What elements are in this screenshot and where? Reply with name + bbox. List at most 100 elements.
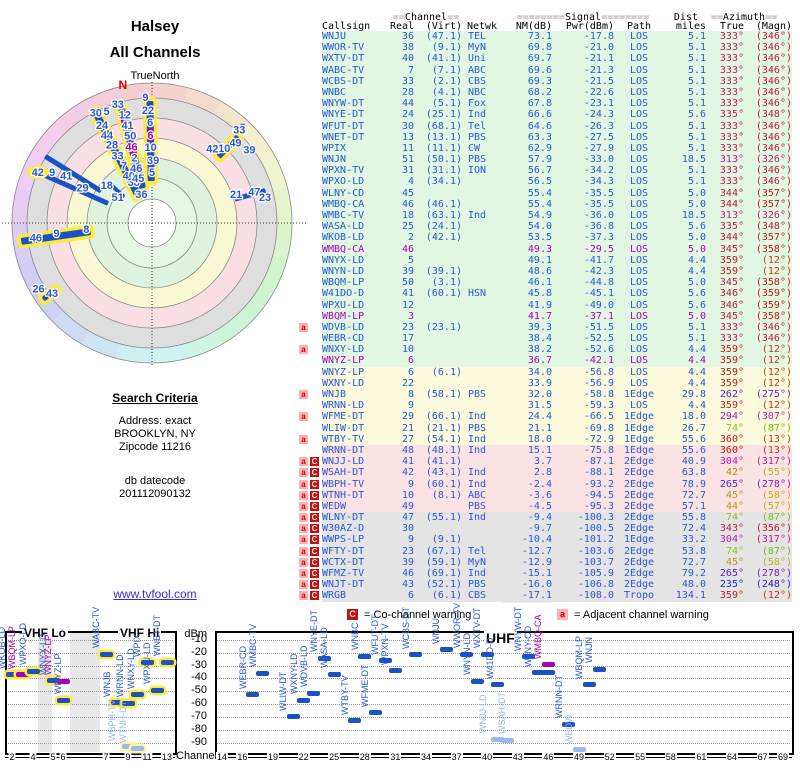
channel-tick: 61 [695,752,708,762]
table-cell: 38.4 [527,333,552,345]
table-cell: 265° [719,478,744,490]
table-row: WXTV-DT 40 (41.1) Uni 69.7 -21.1 LOS 5.1 333° (34… [0,53,800,65]
channel-tick: 64 [725,752,739,762]
table-cell: -93.2 [583,478,614,490]
channel-tick: 13 [160,752,174,762]
table-cell: WBQM-LP [322,277,365,289]
table-cell: LOS [629,142,649,154]
table-cell: 333° [719,176,744,188]
table-cell: WPXU-LD [322,299,365,311]
dbm-tick: -40 [191,671,207,684]
station-label: WNYW-DT [513,606,523,651]
table-cell: 7 [407,64,414,76]
table-cell: 56.5 [527,176,552,188]
table-cell: WNJJ-LD [322,456,365,468]
table-cell: 265° [719,568,744,579]
table-cell: 54.0 [527,221,552,233]
table-cell: 36 [401,31,414,42]
table-cell: (55.1) [425,512,462,524]
table-cell: 69.7 [527,53,552,65]
table-cell: WRNN-LD [322,400,365,412]
table-row: WBQM-LP 3 41.7 -37.1 LOS 5.0 345° (358°) [0,310,800,322]
table-cell: WNYZ-LP [322,355,365,367]
table-cell: -9.4 [527,512,552,524]
channel-axis-label: Channel [176,750,217,762]
table-cell: (58°) [761,489,792,501]
table-cell: WSAH-DT [322,467,365,479]
co-channel-warning-icon: C [310,569,319,578]
station-label: WNJJ-LD [478,694,489,734]
table-cell: 45.8 [527,288,552,300]
table-cell: 4 [407,176,414,188]
table-cell: -23.1 [583,98,614,110]
table-cell: WNJB [322,389,347,400]
adjacent-warning-icon: a [299,524,308,534]
table-cell: 66.6 [527,109,552,121]
table-cell: 74° [725,512,744,524]
table-cell: WLNY-DT [322,512,365,524]
table-cell: WNJU [322,31,347,42]
table-cell: -72.9 [583,433,614,445]
station-signal-bar [327,671,341,677]
table-cell: 39 [401,556,414,568]
table-cell: (34.1) [425,176,462,188]
table-cell: (13°) [761,444,792,456]
table-cell: 47 [401,512,414,524]
table-cell: WFUT-DT [322,120,365,132]
dbm-tick: -90 [191,735,207,748]
table-cell: 38 [401,42,414,54]
co-channel-warning-icon: C [310,580,319,590]
table-cell: 40 [401,53,414,65]
table-cell: -34.3 [583,176,614,188]
table-cell: 32.0 [527,389,552,400]
channel-tick: 55 [634,752,647,762]
table-cell: 54.9 [527,210,552,221]
table-row: WRNN-LD 9 31.5 -59.3 LOS 4.4 359° (12°) [0,400,800,412]
table-cell: (346°) [755,120,792,132]
table-cell: -4.5 [527,500,552,512]
table-cell: 1Edge [623,422,655,434]
table-cell: 2Edge [623,568,655,579]
table-cell: -10.4 [521,534,552,546]
table-cell: WABC-TV [322,64,365,76]
table-cell: 5.0 [687,198,706,210]
channel-tick: 7 [102,752,110,762]
station-signal-bar [150,687,164,693]
table-cell: 5.0 [687,187,706,199]
table-cell: (87°) [761,422,792,434]
table-cell: -105.9 [577,568,614,579]
table-row: a C WFMZ-TV 46 (69.1) Ind -15.1 -105.9 2Edge 79.2… [0,568,800,580]
table-row: WABC-TV 7 (7.1) ABC 69.6 -21.3 LOS 5.1 333° (346°… [0,64,800,76]
table-cell: WTBY-TV [322,433,365,445]
dbm-tick: -10 [191,632,207,645]
table-cell: 67.8 [527,98,552,110]
adjacent-warning-icon: a [299,580,308,590]
table-cell: (39.1) [425,265,462,277]
table-cell: 333° [719,86,744,98]
table-cell: (8.1) [431,489,462,501]
co-channel-warning-icon: C [310,513,319,523]
table-cell: WASA-LD [322,221,365,233]
adjacent-warning-icon: a [299,412,308,422]
channel-tick: 49 [572,752,586,762]
table-cell: 55.6 [681,433,706,445]
table-cell: -37.1 [583,310,614,322]
table-row: a WDVB-LD 23 (23.1) 39.3 -51.5 LOS 5.1 333° (346°… [0,321,800,334]
channel-tick: 40 [481,752,494,762]
table-cell: 51 [401,154,414,166]
table-cell: WNET-DT [322,131,365,143]
table-cell: 39.3 [527,321,552,333]
table-cell: 5.0 [687,232,706,244]
table-cell: (46.1) [425,198,462,210]
table-cell: 13 [401,131,414,143]
table-cell: (12°) [761,254,792,266]
channel-tick: 19 [266,752,280,762]
station-label: WBQM-LP [7,625,17,669]
table-cell: 46 [401,243,414,255]
table-cell: 29 [401,411,414,423]
table-cell: 53.5 [527,232,552,244]
station-signal-bar [439,647,453,653]
station-signal-bar [582,682,596,688]
table-cell: 2Edge [623,500,655,512]
adjacent-warning-icon: a [299,501,308,511]
